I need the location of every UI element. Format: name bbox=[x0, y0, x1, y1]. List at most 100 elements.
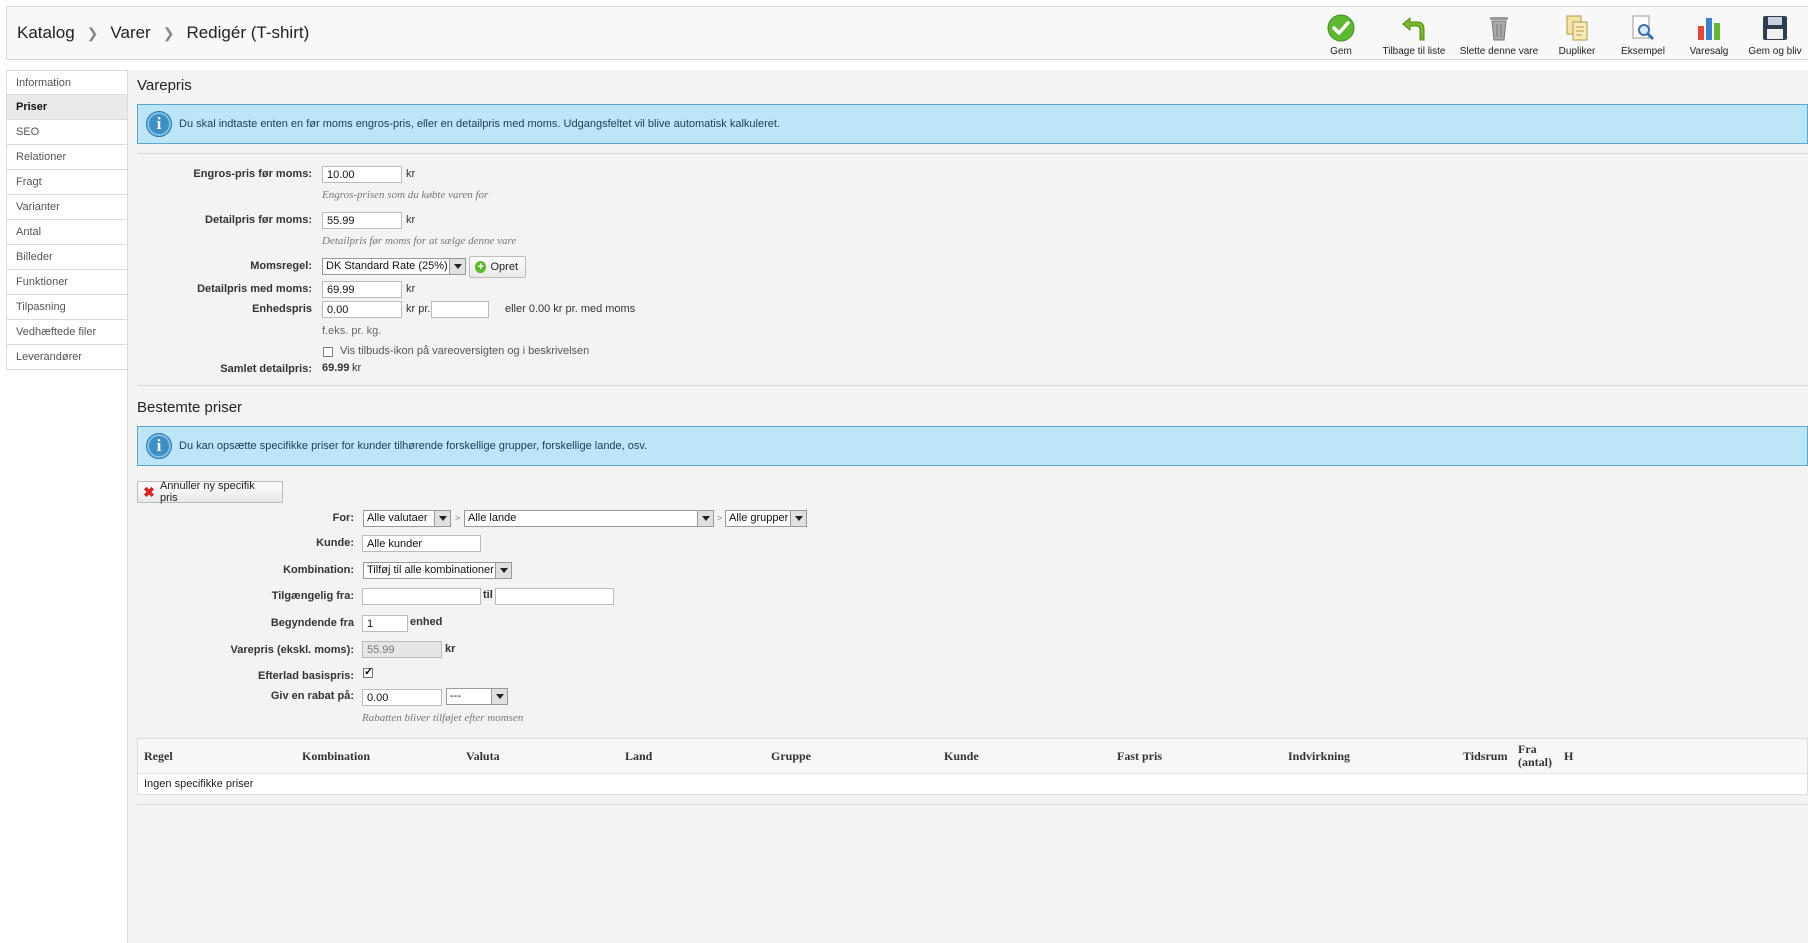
retail-price-label: Detailpris før moms: bbox=[205, 214, 312, 226]
wholesale-price-input[interactable]: 10.00 bbox=[322, 166, 402, 183]
bar-chart-icon bbox=[1694, 13, 1724, 43]
column-header-group: Gruppe bbox=[771, 748, 812, 763]
retail-tax-label: Detailpris med moms: bbox=[197, 283, 312, 295]
sidebar-item-information[interactable]: Information bbox=[6, 70, 128, 95]
chevron-down-icon bbox=[434, 511, 450, 526]
create-tax-rule-button[interactable]: + Opret bbox=[469, 256, 526, 278]
column-header-combination: Kombination bbox=[302, 748, 371, 763]
starting-quantity-input[interactable]: 1 bbox=[362, 615, 408, 632]
combination-select[interactable]: Tilføj til alle kombinationer bbox=[363, 562, 512, 579]
close-icon: ✖ bbox=[143, 483, 155, 500]
offer-icon-checkbox[interactable] bbox=[323, 347, 333, 357]
discount-hint: Rabatten bliver tilføjet efter momsen bbox=[362, 712, 524, 724]
breadcrumb-separator: ❯ bbox=[162, 24, 175, 41]
customer-input[interactable]: Alle kunder bbox=[362, 535, 481, 552]
tax-rule-select[interactable]: DK Standard Rate (25%) bbox=[322, 258, 466, 275]
price-info-text: Du skal indtaste enten en før moms engro… bbox=[179, 118, 780, 130]
save-label: Gem bbox=[1330, 46, 1352, 57]
save-stay-label: Gem og bliv bbox=[1748, 46, 1802, 57]
info-icon: i bbox=[146, 433, 172, 459]
retail-price-input[interactable]: 55.99 bbox=[322, 212, 402, 229]
chevron-down-icon bbox=[495, 563, 511, 578]
available-from-input[interactable] bbox=[362, 588, 481, 605]
cancel-specific-price-button[interactable]: ✖ Annuller ny specifik pris bbox=[137, 480, 283, 504]
sidebar-item-relations[interactable]: Relationer bbox=[6, 145, 128, 170]
group-select[interactable]: Alle grupper bbox=[725, 510, 807, 527]
retail-tax-input[interactable]: 69.99 bbox=[322, 281, 402, 298]
total-price-value: 69.99 bbox=[322, 362, 350, 374]
discount-input[interactable]: 0.00 bbox=[362, 689, 442, 706]
plus-icon: + bbox=[475, 261, 487, 273]
available-to-input[interactable] bbox=[495, 588, 614, 605]
sidebar-item-prices[interactable]: Priser bbox=[6, 95, 128, 120]
column-header-impact: Indvirkning bbox=[1288, 748, 1351, 763]
chevron-down-icon bbox=[697, 511, 713, 526]
chevron-right-icon: > bbox=[717, 513, 723, 523]
breadcrumb: Katalog ❯ Varer ❯ Redigér (T-shirt) bbox=[17, 23, 309, 43]
preview-label: Eksempel bbox=[1621, 46, 1665, 57]
column-header-fixed-price: Fast pris bbox=[1117, 748, 1162, 763]
floppy-icon bbox=[1760, 13, 1790, 43]
unit-per-input[interactable] bbox=[431, 301, 489, 318]
back-label: Tilbage til liste bbox=[1382, 46, 1446, 57]
product-price-label: Varepris (ekskl. moms): bbox=[230, 644, 354, 656]
cancel-specific-label: Annuller ny specifik pris bbox=[159, 480, 255, 504]
specific-info-box: i Du kan opsætte specifikke priser for k… bbox=[137, 426, 1808, 466]
sidebar-item-quantity[interactable]: Antal bbox=[6, 220, 128, 245]
group-value: Alle grupper bbox=[729, 512, 789, 524]
unit-price-with-tax: eller 0.00 kr pr. med moms bbox=[505, 303, 636, 315]
back-arrow-icon bbox=[1399, 13, 1429, 43]
sidebar-item-images[interactable]: Billeder bbox=[6, 245, 128, 270]
unit-price-input[interactable]: 0.00 bbox=[322, 301, 402, 318]
breadcrumb-separator: ❯ bbox=[86, 24, 99, 41]
duplicate-icon bbox=[1562, 13, 1592, 43]
currency-value: Alle valutaer bbox=[367, 512, 428, 524]
retail-hint: Detailpris før moms for at sælge denne v… bbox=[322, 235, 517, 247]
starting-from-label: Begyndende fra bbox=[270, 617, 354, 629]
country-select[interactable]: Alle lande bbox=[464, 510, 714, 527]
sales-label: Varesalg bbox=[1689, 46, 1729, 57]
duplicate-label: Dupliker bbox=[1558, 46, 1596, 57]
discount-label: Giv en rabat på: bbox=[270, 690, 354, 702]
discount-type-value: --- bbox=[450, 690, 461, 702]
total-price-unit: kr bbox=[352, 362, 362, 374]
breadcrumb-products[interactable]: Varer bbox=[110, 23, 150, 43]
unit-price-label: Enhedspris bbox=[252, 303, 312, 315]
unit-per-label: kr pr. bbox=[406, 303, 431, 315]
combination-value: Tilføj til alle kombinationer bbox=[367, 564, 494, 576]
price-info-box: i Du skal indtaste enten en før moms eng… bbox=[137, 104, 1808, 144]
discount-type-select[interactable]: --- bbox=[446, 688, 508, 705]
sidebar-item-customization[interactable]: Tilpasning bbox=[6, 295, 128, 320]
starting-unit: enhed bbox=[410, 616, 443, 628]
sidebar-item-seo[interactable]: SEO bbox=[6, 120, 128, 145]
main-panel: Varepris i Du skal indtaste enten en før… bbox=[128, 70, 1808, 943]
delete-label: Slette denne vare bbox=[1459, 46, 1539, 57]
sidebar-item-shipping[interactable]: Fragt bbox=[6, 170, 128, 195]
sidebar-item-attachments[interactable]: Vedhæftede filer bbox=[6, 320, 128, 345]
customer-label: Kunde: bbox=[316, 537, 354, 549]
save-and-stay-button[interactable]: Gem og bliv bbox=[1742, 7, 1808, 61]
duplicate-button[interactable]: Dupliker bbox=[1544, 7, 1610, 61]
preview-button[interactable]: Eksempel bbox=[1610, 7, 1676, 61]
product-price-input[interactable]: 55.99 bbox=[362, 641, 442, 658]
sidebar-item-features[interactable]: Funktioner bbox=[6, 270, 128, 295]
delete-product-button[interactable]: Slette denne vare bbox=[1454, 7, 1544, 61]
retail-unit: kr bbox=[406, 214, 416, 226]
save-button[interactable]: Gem bbox=[1308, 7, 1374, 61]
info-icon: i bbox=[146, 111, 172, 137]
sales-button[interactable]: Varesalg bbox=[1676, 7, 1742, 61]
sidebar-item-suppliers[interactable]: Leverandører bbox=[6, 345, 128, 370]
column-header-rule: Regel bbox=[144, 748, 173, 763]
sidebar-item-variants[interactable]: Varianter bbox=[6, 195, 128, 220]
chevron-down-icon bbox=[790, 511, 806, 526]
wholesale-unit: kr bbox=[406, 168, 416, 180]
retail-tax-unit: kr bbox=[406, 283, 416, 295]
currency-select[interactable]: Alle valutaer bbox=[363, 510, 451, 527]
back-to-list-button[interactable]: Tilbage til liste bbox=[1374, 7, 1454, 61]
specific-info-text: Du kan opsætte specifikke priser for kun… bbox=[179, 440, 648, 452]
available-to-label: til bbox=[483, 589, 493, 601]
magnifier-icon bbox=[1628, 13, 1658, 43]
breadcrumb-catalog[interactable]: Katalog bbox=[17, 23, 75, 43]
column-header-customer: Kunde bbox=[944, 748, 979, 763]
leave-base-price-checkbox[interactable] bbox=[363, 665, 373, 678]
